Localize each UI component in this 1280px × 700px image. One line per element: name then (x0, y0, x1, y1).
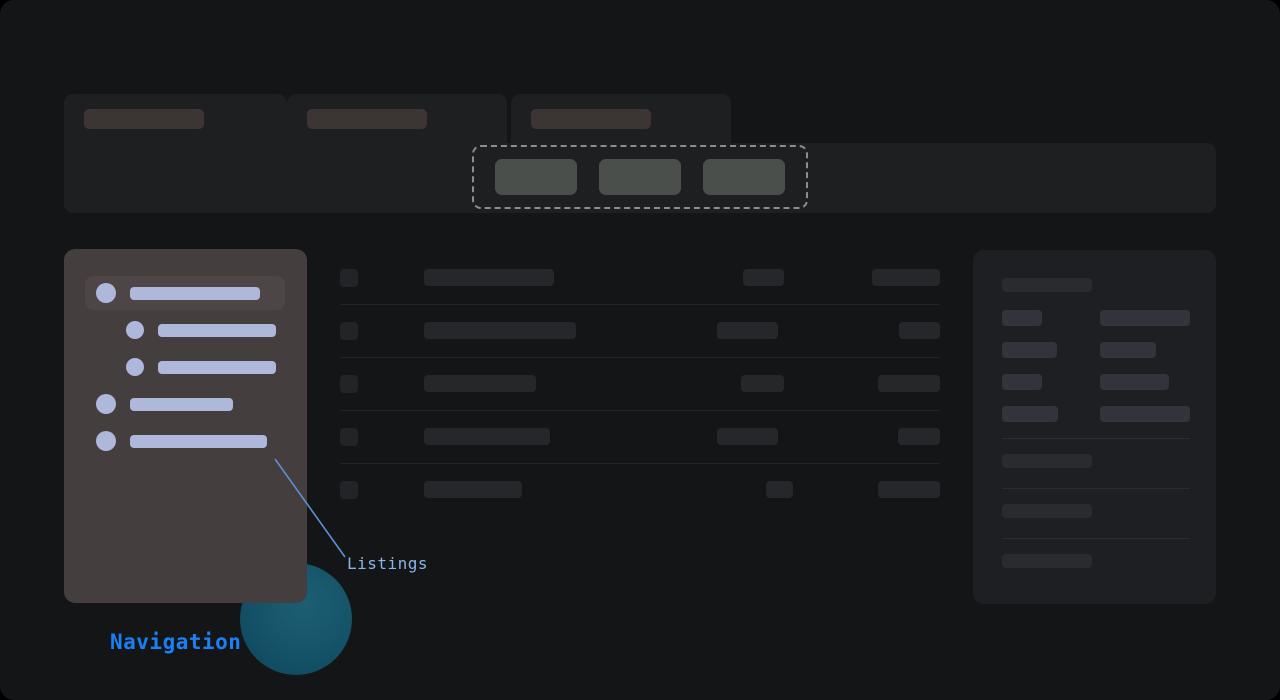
tab-three[interactable] (511, 94, 731, 144)
detail-field-4-key (1002, 406, 1058, 422)
sidebar-item-4[interactable] (96, 387, 306, 421)
navigation-sidebar (64, 249, 307, 603)
listing-row-1-cell-b (872, 269, 940, 286)
sidebar-item-3-bullet-icon (126, 358, 144, 376)
listing-row-3-checkbox[interactable] (340, 375, 358, 393)
listing-row-1-cell-a (743, 269, 784, 286)
sidebar-item-2-label (158, 323, 276, 337)
tab-bar (64, 94, 1216, 144)
annotation-listings: Listings (347, 554, 429, 573)
listing-row-4-cell-b (898, 428, 940, 445)
detail-panel-header (1002, 278, 1092, 292)
detail-divider-3 (1002, 538, 1190, 539)
detail-field-1-key (1002, 310, 1042, 326)
detail-panel (973, 250, 1216, 604)
listing-row-3-cell-a (741, 375, 784, 392)
toolbar (64, 143, 1216, 213)
detail-divider-2 (1002, 488, 1190, 489)
detail-section-1 (1002, 454, 1092, 468)
listing-row-2-cell-a (717, 322, 778, 339)
listing-row-4-checkbox[interactable] (340, 428, 358, 446)
toolbar-button-3[interactable] (703, 159, 785, 195)
detail-field-2-value (1100, 342, 1156, 358)
annotation-navigation: Navigation (110, 630, 242, 654)
listing-row-5[interactable] (340, 464, 940, 516)
listing-row-4-cell-a (717, 428, 778, 445)
detail-field-3-value (1100, 374, 1169, 390)
sidebar-item-1[interactable] (85, 276, 285, 310)
detail-section-2 (1002, 504, 1092, 518)
detail-section-3 (1002, 554, 1092, 568)
detail-field-2-key (1002, 342, 1057, 358)
listing-row-1[interactable] (340, 252, 940, 305)
listing-row-2-title (424, 322, 576, 339)
sidebar-item-1-bullet-icon (96, 283, 116, 303)
sidebar-item-4-bullet-icon (96, 394, 116, 414)
listing-row-2[interactable] (340, 305, 940, 358)
detail-field-4-value (1100, 406, 1190, 422)
sidebar-item-2-bullet-icon (126, 321, 144, 339)
toolbar-button-2[interactable] (599, 159, 681, 195)
listing-row-5-cell-b (878, 481, 940, 498)
sidebar-item-5[interactable] (96, 424, 306, 458)
tab-three-label (531, 109, 651, 129)
sidebar-item-4-label (130, 397, 233, 411)
listing-row-4-title (424, 428, 550, 445)
sidebar-item-2[interactable] (126, 313, 336, 347)
listing-row-5-cell-a (766, 481, 793, 498)
toolbar-button-1[interactable] (495, 159, 577, 195)
detail-field-1-value (1100, 310, 1190, 326)
listing-row-5-checkbox[interactable] (340, 481, 358, 499)
listing-row-1-title (424, 269, 554, 286)
sidebar-item-3-label (158, 360, 276, 374)
listing-row-1-checkbox[interactable] (340, 269, 358, 287)
listings-table (340, 252, 940, 516)
sidebar-item-3[interactable] (126, 350, 336, 384)
sidebar-item-5-label (130, 434, 267, 448)
listing-row-3-cell-b (878, 375, 940, 392)
sidebar-item-5-bullet-icon (96, 431, 116, 451)
detail-divider-1 (1002, 438, 1190, 439)
app-window: Navigation Listings (0, 0, 1280, 700)
listing-row-3[interactable] (340, 358, 940, 411)
sidebar-item-1-label (130, 286, 260, 300)
detail-field-3-key (1002, 374, 1042, 390)
tab-two-label (307, 109, 427, 129)
listing-row-3-title (424, 375, 536, 392)
listing-row-2-checkbox[interactable] (340, 322, 358, 340)
tab-two[interactable] (287, 94, 507, 144)
tab-one-label (84, 109, 204, 129)
listing-row-2-cell-b (899, 322, 940, 339)
toolbar-button-group (472, 145, 808, 209)
listing-row-4[interactable] (340, 411, 940, 464)
tab-one[interactable] (64, 94, 287, 144)
listing-row-5-title (424, 481, 522, 498)
